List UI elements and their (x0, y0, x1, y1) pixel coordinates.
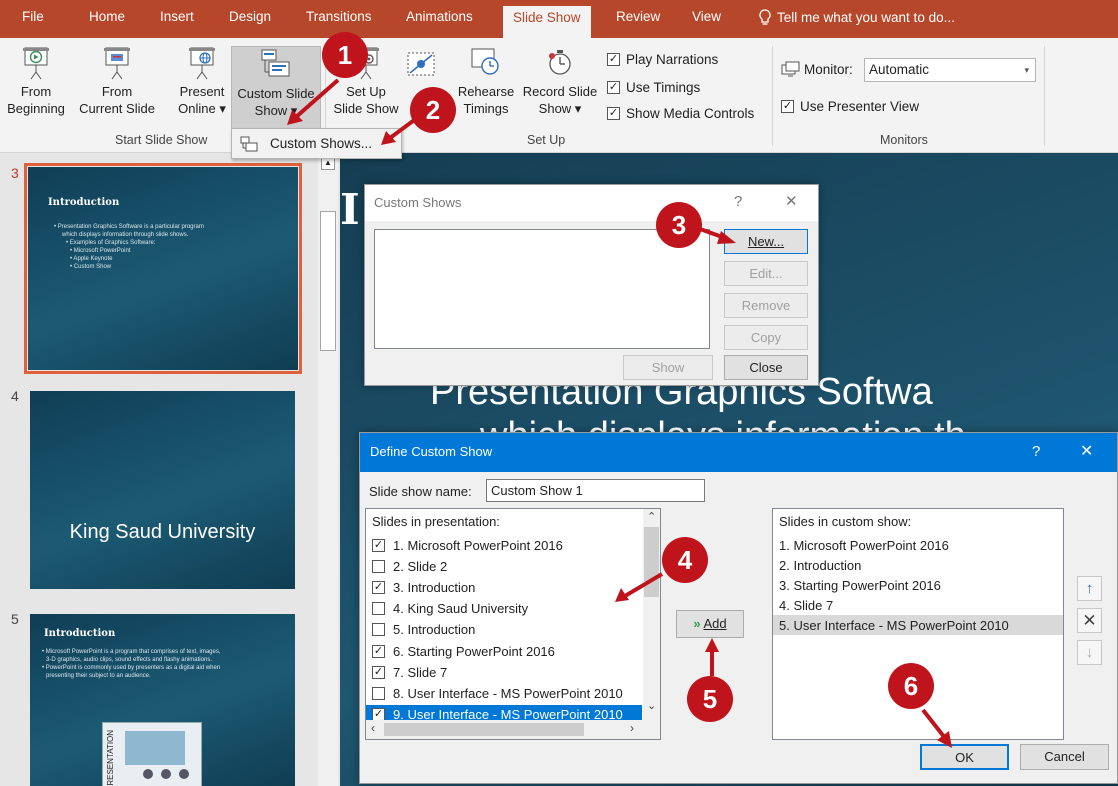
step-marker-5: 5 (687, 676, 733, 722)
step-marker-2: 2 (410, 87, 456, 133)
arrow-head-3 (717, 231, 736, 244)
arrow-head-5 (705, 638, 719, 652)
step-marker-3: 3 (656, 202, 702, 248)
arrow-line-6 (921, 708, 947, 740)
step-marker-1: 1 (322, 32, 368, 78)
step-marker-4: 4 (662, 537, 708, 583)
annotation-arrows (287, 78, 952, 748)
step-marker-6: 6 (888, 663, 934, 709)
arrow-line-4 (623, 572, 664, 598)
arrow-line-1 (294, 78, 340, 119)
